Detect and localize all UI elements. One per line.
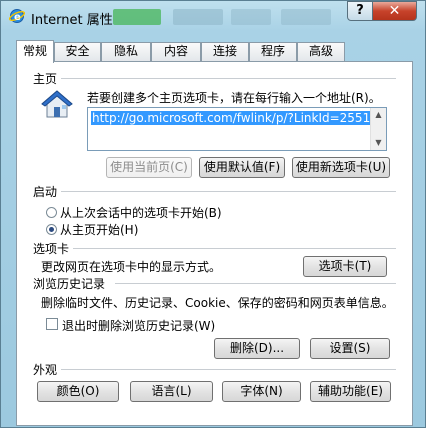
url-scrollbar[interactable]: ▲ ▼ <box>370 108 386 150</box>
title-blur-4 <box>281 9 331 25</box>
startup-divider <box>61 191 396 192</box>
window-title: Internet 属性 <box>31 13 113 28</box>
history-description: 删除临时文件、历史记录、Cookie、保存的密码和网页表单信息。 <box>41 296 394 310</box>
history-divider <box>115 283 396 284</box>
languages-button[interactable]: 语言(L) <box>130 381 213 402</box>
colors-button[interactable]: 颜色(O) <box>37 381 119 402</box>
tabs-settings-button[interactable]: 选项卡(T) <box>303 256 387 277</box>
accessibility-button[interactable]: 辅助功能(E) <box>310 381 391 402</box>
tab-connections[interactable]: 连接 <box>201 42 249 61</box>
scroll-down-arrow-icon[interactable]: ▼ <box>371 136 386 150</box>
help-button[interactable]: ? <box>347 1 373 21</box>
tab-programs[interactable]: 程序 <box>249 42 297 61</box>
general-panel: 主页 若要创建多个主页选项卡，请在每行输入一个地址(R)。 http://go.… <box>16 61 413 426</box>
house-icon <box>41 90 73 118</box>
history-settings-button[interactable]: 设置(S) <box>310 338 390 359</box>
title-bar[interactable]: e Internet 属性 ? ✕ <box>1 1 425 33</box>
startup-heading: 启动 <box>33 185 58 199</box>
tab-advanced[interactable]: 高级 <box>297 42 345 61</box>
tab-general[interactable]: 常规 <box>16 40 54 63</box>
appearance-divider <box>61 369 396 370</box>
use-new-tab-button[interactable]: 使用新选项卡(U) <box>292 157 390 178</box>
start-homepage-radio[interactable] <box>46 224 57 235</box>
title-blur-2 <box>173 9 223 25</box>
fonts-button[interactable]: 字体(N) <box>222 381 301 402</box>
tabs-heading: 选项卡 <box>33 242 70 256</box>
last-session-radio[interactable] <box>46 207 57 218</box>
internet-explorer-icon: e <box>9 9 25 23</box>
internet-options-window: e Internet 属性 ? ✕ 常规 安全 隐私 内容 连接 程序 高级 主… <box>0 0 426 428</box>
homepage-divider <box>61 78 396 79</box>
use-current-button[interactable]: 使用当前页(C) <box>106 157 192 178</box>
tabs-description: 更改网页在选项卡中的显示方式。 <box>41 260 222 274</box>
start-homepage-label[interactable]: 从主页开始(H) <box>60 221 138 238</box>
history-heading: 浏览历史记录 <box>33 277 106 291</box>
close-button[interactable]: ✕ <box>372 1 417 21</box>
scroll-up-arrow-icon[interactable]: ▲ <box>371 108 386 122</box>
appearance-heading: 外观 <box>33 363 58 377</box>
tab-content[interactable]: 内容 <box>151 42 201 61</box>
delete-on-exit-label[interactable]: 退出时删除浏览历史记录(W) <box>62 317 215 334</box>
homepage-url-text: http://go.microsoft.com/fwlink/p/?LinkId… <box>91 111 372 125</box>
title-blur-3 <box>231 9 271 25</box>
use-default-button[interactable]: 使用默认值(F) <box>199 157 285 178</box>
last-session-label[interactable]: 从上次会话中的选项卡开始(B) <box>60 204 222 221</box>
svg-text:e: e <box>14 12 21 23</box>
delete-history-button[interactable]: 删除(D)... <box>214 338 300 359</box>
homepage-url-input[interactable]: http://go.microsoft.com/fwlink/p/?LinkId… <box>87 107 387 151</box>
delete-on-exit-checkbox[interactable] <box>46 318 58 330</box>
homepage-instruction: 若要创建多个主页选项卡，请在每行输入一个地址(R)。 <box>87 91 381 105</box>
tab-security[interactable]: 安全 <box>54 42 101 61</box>
title-blur-1 <box>113 9 161 25</box>
homepage-heading: 主页 <box>33 72 58 86</box>
tabs-divider <box>73 248 396 249</box>
tab-privacy[interactable]: 隐私 <box>101 42 151 61</box>
